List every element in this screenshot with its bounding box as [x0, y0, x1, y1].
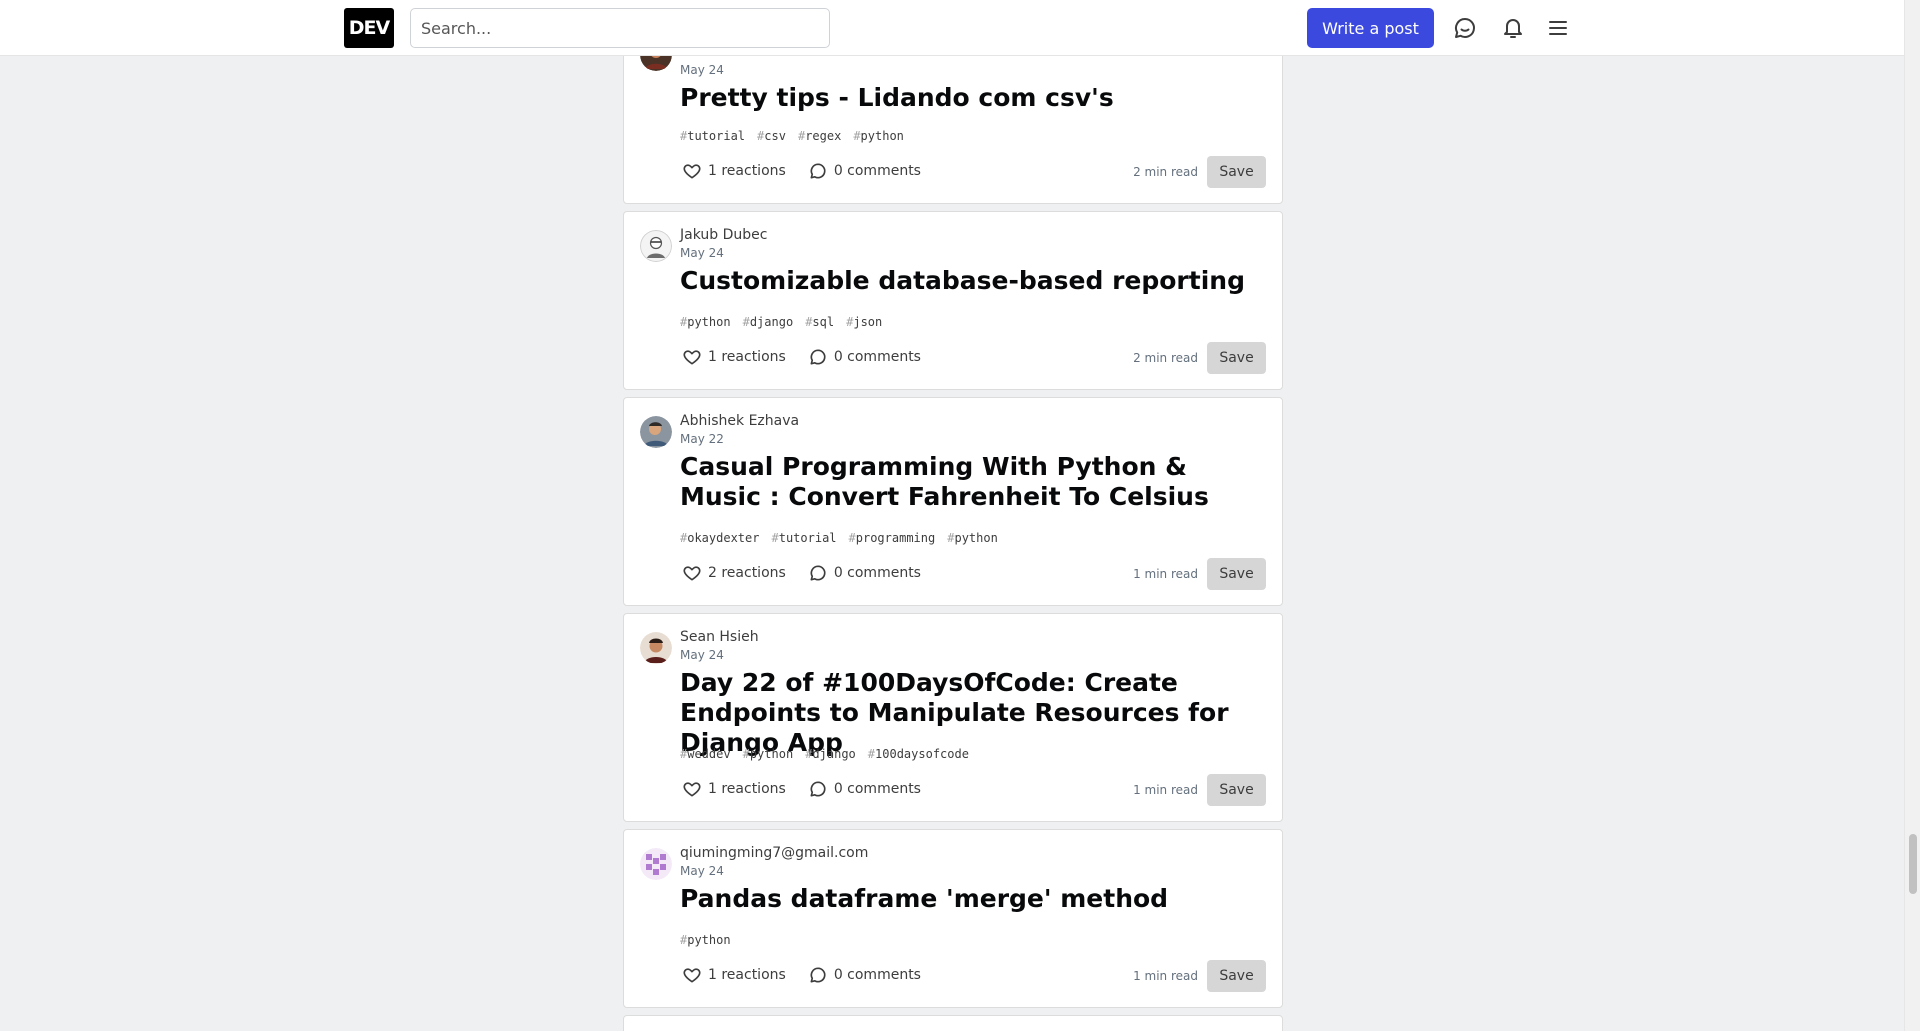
author-name[interactable]: Sean Hsieh	[680, 629, 759, 645]
read-time: 1 min read	[1133, 783, 1198, 797]
reactions-count: 1 reactions	[708, 349, 786, 365]
article-card[interactable]: qiumingming7@gmail.com May 24 Pandas dat…	[623, 829, 1283, 1008]
tag-link[interactable]: #100daysofcode	[868, 747, 969, 761]
tag-link[interactable]: #python	[680, 933, 731, 947]
comments-count: 0 comments	[833, 349, 921, 365]
read-time: 2 min read	[1133, 165, 1198, 179]
tag-link[interactable]: #tutorial	[771, 531, 836, 545]
read-time: 1 min read	[1133, 567, 1198, 581]
tag-link[interactable]: #okaydexter	[680, 531, 759, 545]
post-actions: 1 reactions 0 comments	[682, 161, 943, 181]
post-title[interactable]: Pandas dataframe 'merge' method	[680, 884, 1270, 914]
post-date: May 24	[680, 864, 724, 878]
save-button[interactable]: Save	[1207, 558, 1266, 590]
reactions-count: 2 reactions	[708, 565, 786, 581]
reactions-count: 1 reactions	[708, 163, 786, 179]
tag-link[interactable]: #tutorial	[680, 129, 745, 143]
write-post-button[interactable]: Write a post	[1307, 8, 1434, 48]
menu-icon[interactable]	[1544, 14, 1572, 42]
dev-logo[interactable]: DEV	[344, 8, 394, 48]
reactions-link[interactable]: 1 reactions	[682, 347, 786, 367]
post-date: May 24	[680, 63, 724, 77]
tag-link[interactable]: #django	[805, 747, 856, 761]
reactions-link[interactable]: 2 reactions	[682, 563, 786, 583]
post-title[interactable]: Casual Programming With Python & Music :…	[680, 452, 1270, 512]
comment-icon	[810, 967, 826, 983]
tag-link[interactable]: #weddev	[680, 747, 731, 761]
post-title[interactable]: Customizable database-based reporting	[680, 266, 1270, 296]
tag-list: #okaydexter #tutorial #programming #pyth…	[680, 531, 998, 545]
post-actions: 1 reactions 0 comments	[682, 779, 943, 799]
reactions-link[interactable]: 1 reactions	[682, 965, 786, 985]
reactions-count: 1 reactions	[708, 967, 786, 983]
save-button[interactable]: Save	[1207, 774, 1266, 806]
tag-link[interactable]: #json	[846, 315, 882, 329]
post-date: May 24	[680, 246, 724, 260]
article-card[interactable]: Jakub Dubec May 24 Customizable database…	[623, 211, 1283, 390]
comments-link[interactable]: 0 comments	[808, 779, 921, 799]
tag-link[interactable]: #programming	[849, 531, 936, 545]
article-card[interactable]: Abhishek Ezhava May 22 Casual Programmin…	[623, 397, 1283, 606]
post-date: May 24	[680, 648, 724, 662]
comment-icon	[810, 163, 826, 179]
author-avatar[interactable]	[640, 230, 672, 262]
post-title[interactable]: Pretty tips - Lidando com csv's	[680, 83, 1270, 113]
article-card[interactable]	[623, 1015, 1283, 1031]
comments-count: 0 comments	[833, 967, 921, 983]
save-button[interactable]: Save	[1207, 156, 1266, 188]
heart-icon	[683, 968, 701, 983]
tag-link[interactable]: #python	[947, 531, 998, 545]
author-avatar[interactable]	[640, 416, 672, 448]
author-name[interactable]: Jakub Dubec	[680, 227, 767, 243]
chat-icon[interactable]	[1451, 14, 1479, 42]
comments-count: 0 comments	[833, 565, 921, 581]
tag-link[interactable]: #sql	[805, 315, 834, 329]
save-button[interactable]: Save	[1207, 960, 1266, 992]
comments-count: 0 comments	[833, 781, 921, 797]
reactions-link[interactable]: 1 reactions	[682, 161, 786, 181]
tag-list: #weddev #python #django #100daysofcode	[680, 747, 969, 761]
comment-icon	[810, 781, 826, 797]
top-navbar: DEV Write a post	[0, 0, 1904, 56]
post-actions: 2 reactions 0 comments	[682, 563, 943, 583]
tag-link[interactable]: #regex	[798, 129, 841, 143]
tag-list: #python #django #sql #json	[680, 315, 882, 329]
scrollbar-thumb[interactable]	[1909, 834, 1917, 894]
comments-count: 0 comments	[833, 163, 921, 179]
comments-link[interactable]: 0 comments	[808, 965, 921, 985]
save-button[interactable]: Save	[1207, 342, 1266, 374]
comments-link[interactable]: 0 comments	[808, 161, 921, 181]
tag-link[interactable]: #python	[743, 747, 794, 761]
tag-link[interactable]: #csv	[757, 129, 786, 143]
comments-link[interactable]: 0 comments	[808, 563, 921, 583]
tag-list: #python	[680, 933, 731, 947]
comment-icon	[810, 349, 826, 365]
tag-list: #tutorial #csv #regex #python	[680, 129, 904, 143]
reactions-link[interactable]: 1 reactions	[682, 779, 786, 799]
author-name[interactable]: Abhishek Ezhava	[680, 413, 799, 429]
tag-link[interactable]: #python	[853, 129, 904, 143]
heart-icon	[683, 164, 701, 179]
reactions-count: 1 reactions	[708, 781, 786, 797]
heart-icon	[683, 350, 701, 365]
bell-icon[interactable]	[1499, 14, 1527, 42]
page-scrollbar[interactable]	[1904, 0, 1920, 1031]
read-time: 2 min read	[1133, 351, 1198, 365]
author-name[interactable]: qiumingming7@gmail.com	[680, 845, 868, 861]
heart-icon	[683, 782, 701, 797]
post-actions: 1 reactions 0 comments	[682, 965, 943, 985]
author-avatar[interactable]	[640, 632, 672, 664]
comments-link[interactable]: 0 comments	[808, 347, 921, 367]
comment-icon	[810, 565, 826, 581]
read-time: 1 min read	[1133, 969, 1198, 983]
post-actions: 1 reactions 0 comments	[682, 347, 943, 367]
tag-link[interactable]: #python	[680, 315, 731, 329]
post-title[interactable]: Day 22 of #100DaysOfCode: Create Endpoin…	[680, 668, 1270, 758]
article-card[interactable]: Sean Hsieh May 24 Day 22 of #100DaysOfCo…	[623, 613, 1283, 822]
heart-icon	[683, 566, 701, 581]
search-input[interactable]	[410, 8, 830, 48]
author-avatar[interactable]	[640, 848, 672, 880]
post-date: May 22	[680, 432, 724, 446]
tag-link[interactable]: #django	[743, 315, 794, 329]
